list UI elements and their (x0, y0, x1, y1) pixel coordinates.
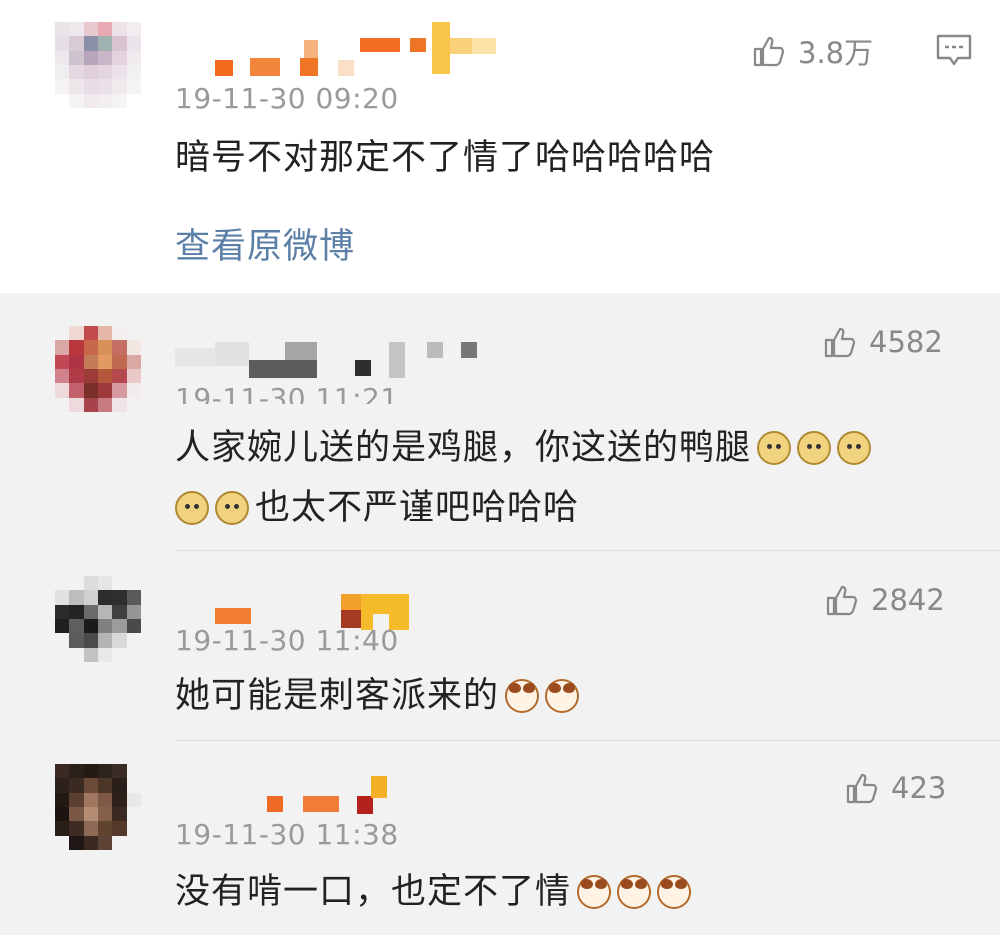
cat-emoji-icon (577, 875, 612, 909)
cat-emoji-icon (617, 875, 652, 909)
like-count: 423 (891, 771, 947, 805)
thumbs-up-icon (753, 36, 785, 67)
divider (175, 740, 1000, 741)
cat-emoji-icon (657, 875, 692, 909)
like-count: 2842 (871, 583, 945, 617)
divider (175, 550, 1000, 551)
comment-icon[interactable] (936, 34, 972, 68)
username[interactable] (210, 22, 510, 76)
like-button[interactable]: 423 (845, 768, 946, 808)
thumbs-up-icon (826, 585, 858, 616)
timestamp: 19-11-30 11:40 (175, 624, 399, 657)
top-comment: 19-11-30 09:20 暗号不对那定不了情了哈哈哈哈哈 查看原微博 3.8… (0, 0, 1000, 293)
doge-emoji-icon (837, 431, 872, 465)
username[interactable] (175, 776, 405, 816)
cat-emoji-icon (505, 679, 540, 713)
username[interactable] (175, 338, 495, 378)
doge-emoji-icon (215, 491, 249, 525)
timestamp: 19-11-30 11:38 (175, 818, 399, 851)
reply-text: 她可能是刺客派来的 (175, 658, 580, 734)
timestamp: 19-11-30 09:20 (175, 82, 399, 115)
avatar[interactable] (55, 764, 141, 850)
view-original-weibo-link[interactable]: 查看原微博 (175, 218, 355, 269)
doge-emoji-icon (757, 431, 792, 465)
like-count: 3.8万 (798, 36, 874, 70)
like-button[interactable]: 3.8万 (752, 31, 873, 71)
timestamp: 19-11-30 11:21 (175, 382, 399, 404)
reply-text: 也太不严谨吧哈哈哈 (175, 470, 579, 546)
comment-page: 19-11-30 09:20 暗号不对那定不了情了哈哈哈哈哈 查看原微博 3.8… (0, 0, 1000, 935)
like-button[interactable]: 4582 (823, 322, 943, 362)
comment-text: 暗号不对那定不了情了哈哈哈哈哈 (175, 138, 716, 178)
avatar[interactable] (55, 326, 141, 412)
avatar[interactable] (55, 22, 141, 108)
like-count: 4582 (869, 325, 943, 359)
reply-text: 没有啃一口，也定不了情 (175, 854, 692, 930)
thumbs-up-icon (824, 327, 856, 358)
doge-emoji-icon (797, 431, 832, 465)
avatar[interactable] (55, 576, 141, 662)
like-button[interactable]: 2842 (825, 580, 945, 620)
doge-emoji-icon (175, 491, 209, 525)
cat-emoji-icon (545, 679, 580, 713)
thumbs-up-icon (846, 773, 878, 804)
